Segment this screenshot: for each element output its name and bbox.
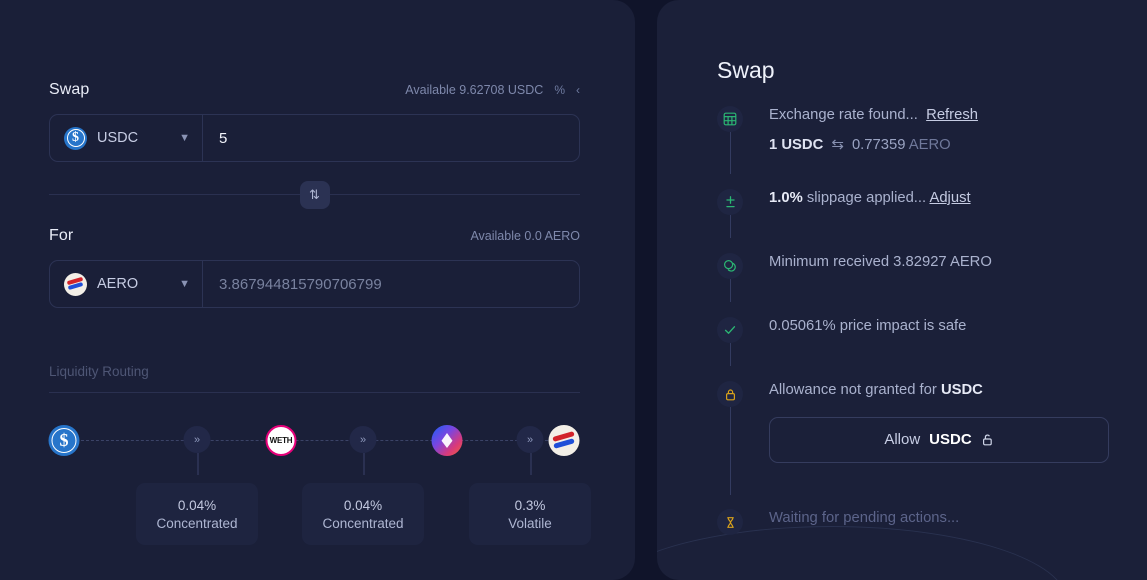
plus-minus-icon bbox=[717, 189, 743, 215]
rate-base-amount: 1 bbox=[769, 137, 777, 153]
fee-card: 0.3% Volatile bbox=[469, 483, 591, 545]
step-rail bbox=[730, 215, 731, 238]
chevron-down-icon: ▼ bbox=[179, 279, 190, 290]
adjust-link[interactable]: Adjust bbox=[929, 190, 970, 206]
route-hop-2: » bbox=[350, 426, 377, 453]
step-allowance: Allowance not granted for USDC Allow USD… bbox=[717, 381, 1117, 491]
hourglass-icon bbox=[717, 509, 743, 535]
swap-screen: Swap Available 9.62708 USDC % ‹ $ USDC ▼ bbox=[0, 0, 1147, 580]
double-chevron-right-icon: » bbox=[360, 434, 366, 446]
to-section-header: For Available 0.0 AERO bbox=[49, 225, 580, 247]
exchange-rate-message: Exchange rate found... bbox=[769, 107, 918, 123]
step-price-impact: 0.05061% price impact is safe bbox=[717, 317, 1117, 362]
from-field: $ USDC ▼ bbox=[49, 114, 580, 162]
step-rail bbox=[730, 407, 731, 495]
coins-icon bbox=[717, 253, 743, 279]
route-node-usdc: $ bbox=[49, 425, 80, 456]
allowance-message: Allowance not granted for bbox=[769, 382, 937, 398]
allow-button-token: USDC bbox=[929, 431, 972, 448]
hop-stem bbox=[530, 453, 531, 475]
minimum-received-text: Minimum received 3.82927 AERO bbox=[769, 253, 1117, 273]
exchange-arrows-icon: ⇆ bbox=[827, 137, 847, 153]
exchange-rate-value: 1 USDC ⇆ 0.77359 AERO bbox=[769, 136, 1117, 153]
routing-path: $ » WETH » » bbox=[49, 419, 580, 463]
step-minimum-received: Minimum received 3.82927 AERO bbox=[717, 253, 1117, 298]
from-token-selector[interactable]: $ USDC ▼ bbox=[50, 115, 203, 161]
route-node-weth: WETH bbox=[266, 425, 297, 456]
routing-fee-cards: 0.04% Concentrated 0.04% Concentrated 0.… bbox=[49, 483, 580, 545]
calculator-icon bbox=[717, 106, 743, 132]
fee-percent: 0.04% bbox=[178, 498, 216, 513]
slippage-value: 1.0% bbox=[769, 190, 803, 206]
swap-steps-list: Exchange rate found... Refresh 1 USDC ⇆ … bbox=[717, 106, 1117, 539]
route-node-aero bbox=[549, 425, 580, 456]
step-slippage: 1.0% slippage applied... Adjust bbox=[717, 189, 1117, 234]
rate-quote-amount: 0.77359 bbox=[852, 137, 906, 153]
rate-base-token: USDC bbox=[781, 137, 823, 153]
unlock-icon bbox=[981, 433, 994, 446]
to-field: AERO ▼ bbox=[49, 260, 580, 308]
routing-divider bbox=[49, 392, 580, 393]
usdc-token-icon: $ bbox=[64, 127, 87, 150]
aero-token-icon bbox=[64, 273, 87, 296]
swap-vertical-icon: ⇅ bbox=[309, 187, 320, 203]
swap-form-panel: Swap Available 9.62708 USDC % ‹ $ USDC ▼ bbox=[0, 0, 635, 580]
allow-button-label: Allow bbox=[884, 431, 920, 448]
lock-icon bbox=[717, 381, 743, 407]
swap-summary-panel: Swap Exchange rate found... Refresh bbox=[657, 0, 1147, 580]
pending-text: Waiting for pending actions... bbox=[769, 509, 1117, 529]
fee-type: Volatile bbox=[508, 516, 552, 531]
hop-stem bbox=[197, 453, 198, 475]
check-icon bbox=[717, 317, 743, 343]
chevron-left-icon[interactable]: ‹ bbox=[576, 84, 580, 96]
rate-quote-token: AERO bbox=[909, 137, 951, 153]
percent-icon[interactable]: % bbox=[554, 84, 565, 96]
exchange-rate-text: Exchange rate found... Refresh bbox=[769, 106, 1117, 126]
price-impact-text: 0.05061% price impact is safe bbox=[769, 317, 1117, 337]
from-token-symbol: USDC bbox=[97, 130, 169, 146]
slippage-message: slippage applied... bbox=[807, 190, 926, 206]
to-token-selector[interactable]: AERO ▼ bbox=[50, 261, 203, 307]
routing-connector bbox=[71, 440, 558, 441]
step-rail bbox=[730, 279, 731, 302]
swap-form: Swap Available 9.62708 USDC % ‹ $ USDC ▼ bbox=[49, 0, 580, 545]
summary-title: Swap bbox=[717, 57, 775, 84]
from-section-header: Swap Available 9.62708 USDC % ‹ bbox=[49, 79, 580, 101]
step-exchange-rate: Exchange rate found... Refresh 1 USDC ⇆ … bbox=[717, 106, 1117, 170]
from-available-group: Available 9.62708 USDC % ‹ bbox=[405, 83, 580, 97]
to-amount-input[interactable] bbox=[203, 261, 579, 307]
swap-label: Swap bbox=[49, 81, 89, 99]
refresh-link[interactable]: Refresh bbox=[926, 107, 978, 123]
fee-percent: 0.3% bbox=[515, 498, 546, 513]
slippage-text: 1.0% slippage applied... Adjust bbox=[769, 189, 1117, 209]
hop-stem bbox=[363, 453, 364, 475]
step-rail bbox=[730, 132, 731, 174]
fee-percent: 0.04% bbox=[344, 498, 382, 513]
route-hop-1: » bbox=[184, 426, 211, 453]
fee-card: 0.04% Concentrated bbox=[302, 483, 424, 545]
to-token-symbol: AERO bbox=[97, 276, 169, 292]
fee-type: Concentrated bbox=[156, 516, 237, 531]
for-label: For bbox=[49, 227, 73, 245]
chevron-down-icon: ▼ bbox=[179, 133, 190, 144]
step-rail bbox=[730, 343, 731, 366]
liquidity-routing-title: Liquidity Routing bbox=[49, 364, 580, 379]
from-available-balance: Available 9.62708 USDC bbox=[405, 83, 543, 97]
allowance-token: USDC bbox=[941, 382, 983, 398]
swap-direction-button[interactable]: ⇅ bbox=[300, 181, 330, 209]
double-chevron-right-icon: » bbox=[194, 434, 200, 446]
from-amount-input[interactable] bbox=[203, 115, 579, 161]
double-chevron-right-icon: » bbox=[527, 434, 533, 446]
fee-card: 0.04% Concentrated bbox=[136, 483, 258, 545]
to-available-balance: Available 0.0 AERO bbox=[470, 229, 580, 243]
lst-token-icon bbox=[442, 433, 453, 448]
fee-type: Concentrated bbox=[322, 516, 403, 531]
step-pending: Waiting for pending actions... bbox=[717, 509, 1117, 539]
route-hop-3: » bbox=[517, 426, 544, 453]
route-node-lst bbox=[432, 425, 463, 456]
allowance-text: Allowance not granted for USDC bbox=[769, 381, 1117, 401]
allow-usdc-button[interactable]: Allow USDC bbox=[769, 417, 1109, 463]
swap-divider: ⇅ bbox=[49, 194, 580, 195]
